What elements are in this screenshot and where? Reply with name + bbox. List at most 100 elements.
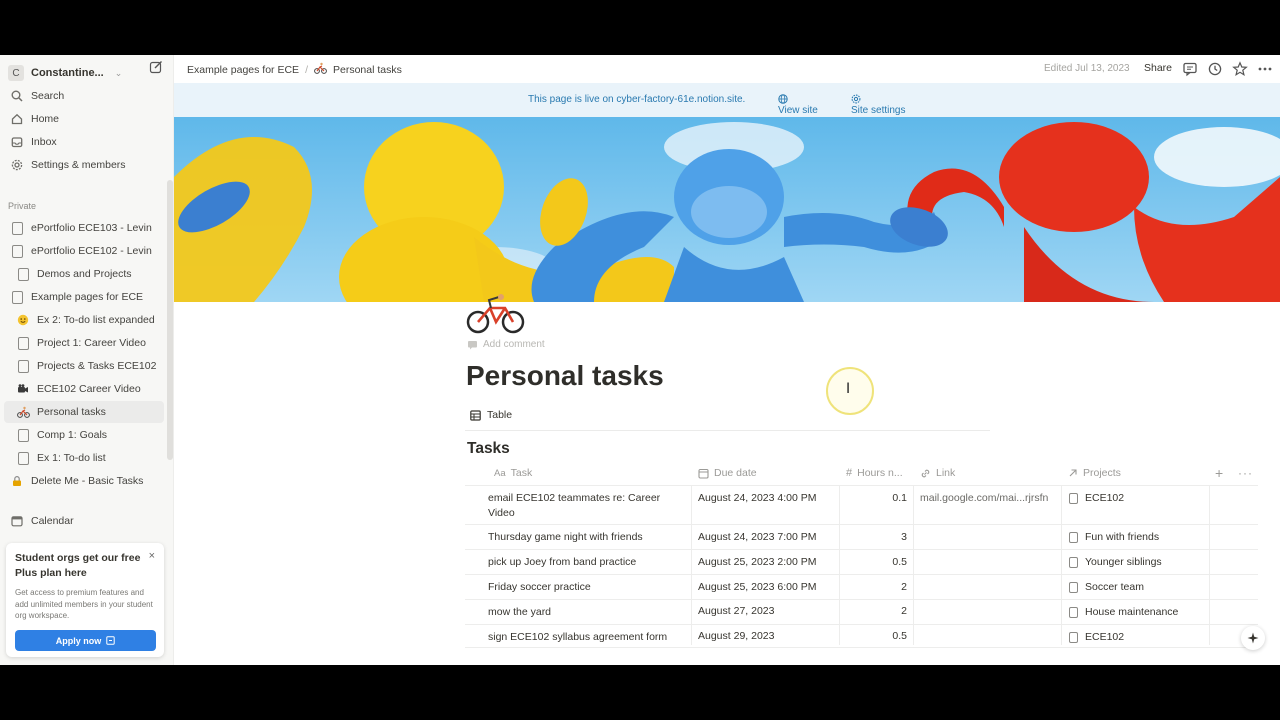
comment-icon[interactable] — [1182, 61, 1198, 77]
view-site-label: View site — [778, 105, 818, 116]
column-header-task[interactable]: Aa Task — [494, 461, 532, 485]
table-cell-hours[interactable]: 2 — [847, 581, 907, 593]
table-cell-project[interactable]: House maintenance — [1069, 606, 1178, 618]
promo-card: Student orgs get our free Plus plan here… — [6, 543, 164, 657]
sidebar-page-delete-me[interactable]: Delete Me - Basic Tasks — [4, 470, 164, 492]
sidebar-item-label: Comp 1: Goals — [37, 429, 108, 441]
column-header-due-date[interactable]: Due date — [698, 461, 757, 485]
header-divider — [465, 485, 1258, 486]
column-header-hours[interactable]: # Hours n... — [846, 461, 903, 485]
table-cell-due[interactable]: August 24, 2023 7:00 PM — [698, 531, 817, 543]
database-title[interactable]: Tasks — [467, 440, 510, 458]
star-icon[interactable] — [1232, 61, 1248, 77]
add-property-icon[interactable]: + — [1215, 461, 1223, 485]
sidebar-item-calendar[interactable]: Calendar — [4, 510, 164, 532]
row-divider — [465, 624, 1258, 625]
sidebar-page-eportfolio-ece102[interactable]: ePortfolio ECE102 - Levin — [4, 240, 164, 262]
table-cell-hours[interactable]: 0.5 — [847, 556, 907, 568]
tab-table-view[interactable]: Table — [470, 409, 512, 421]
row-divider — [465, 549, 1258, 550]
column-header-projects[interactable]: Projects — [1068, 461, 1121, 485]
ai-assistant-button[interactable] — [1241, 626, 1265, 650]
sidebar-page-career-video[interactable]: ECE102 Career Video — [4, 378, 164, 400]
text-property-icon: Aa — [494, 467, 506, 479]
link-icon — [921, 469, 930, 477]
table-cell-project[interactable]: Fun with friends — [1069, 531, 1159, 543]
sidebar-page-example-pages[interactable]: Example pages for ECE — [4, 286, 164, 308]
close-icon[interactable]: × — [149, 550, 155, 562]
page-icon — [16, 267, 30, 281]
table-cell-hours[interactable]: 0.5 — [847, 630, 907, 642]
sidebar: C Constantine... ⌄ Search Home Inbox Set… — [0, 55, 174, 665]
table-cell-task[interactable]: mow the yard — [488, 605, 678, 620]
more-options-icon[interactable]: ··· — [1238, 461, 1253, 485]
table-cell-task[interactable]: pick up Joey from band practice — [488, 555, 678, 570]
share-button[interactable]: Share — [1144, 62, 1172, 74]
sidebar-page-ex2-todo[interactable]: Ex 2: To-do list expanded — [4, 309, 164, 331]
letterbox-bottom — [0, 665, 1280, 720]
breadcrumb-current[interactable]: Personal tasks — [333, 64, 402, 76]
table-cell-project[interactable]: Soccer team — [1069, 581, 1144, 593]
project-label: ECE102 — [1085, 492, 1125, 504]
page-title[interactable]: Personal tasks — [466, 360, 664, 392]
sidebar-item-home[interactable]: Home — [4, 108, 164, 130]
project-label: Soccer team — [1085, 581, 1144, 593]
cover-image[interactable] — [174, 117, 1280, 302]
sidebar-scrollbar[interactable] — [167, 180, 173, 460]
table-cell-task[interactable]: Thursday game night with friends — [488, 530, 678, 545]
globe-icon — [778, 94, 788, 104]
table-cell-project[interactable]: Younger siblings — [1069, 556, 1162, 568]
column-label: Link — [936, 467, 956, 479]
table-cell-task[interactable]: sign ECE102 syllabus agreement form — [488, 630, 678, 645]
workspace-switcher[interactable]: C Constantine... ⌄ — [8, 60, 166, 86]
history-clock-icon[interactable] — [1207, 61, 1223, 77]
table-cell-task[interactable]: Friday soccer practice — [488, 580, 678, 595]
sidebar-page-project1[interactable]: Project 1: Career Video — [4, 332, 164, 354]
relation-arrow-icon — [1069, 469, 1077, 477]
page-icon — [1069, 631, 1078, 643]
table-cell-project[interactable]: ECE102 — [1069, 492, 1124, 504]
calendar-icon — [698, 468, 709, 479]
gear-icon — [851, 94, 861, 104]
table-cell-task[interactable]: email ECE102 teammates re: Career Video — [488, 491, 678, 521]
add-comment-button[interactable]: Add comment — [467, 339, 545, 350]
breadcrumb-separator: / — [305, 63, 308, 76]
new-page-icon[interactable] — [149, 60, 163, 74]
sidebar-page-ex1-todo[interactable]: Ex 1: To-do list — [4, 447, 164, 469]
column-header-link[interactable]: Link — [920, 461, 955, 485]
video-camera-icon — [16, 382, 30, 396]
project-label: Fun with friends — [1085, 531, 1160, 543]
sidebar-item-inbox[interactable]: Inbox — [4, 131, 164, 153]
table-cell-due[interactable]: August 29, 2023 — [698, 630, 774, 642]
sidebar-item-label: ePortfolio ECE103 - Levin — [31, 222, 152, 234]
more-options-icon[interactable] — [1257, 61, 1273, 77]
table-cell-hours[interactable]: 0.1 — [847, 492, 907, 504]
view-site-link[interactable]: View site — [778, 94, 818, 116]
sidebar-page-projects-tasks[interactable]: Projects & Tasks ECE102 — [4, 355, 164, 377]
table-cell-due[interactable]: August 27, 2023 — [698, 605, 774, 617]
table-cell-project[interactable]: ECE102 — [1069, 631, 1124, 643]
sidebar-page-eportfolio-ece103[interactable]: ePortfolio ECE103 - Levin — [4, 217, 164, 239]
page-bicycle-icon[interactable] — [465, 294, 527, 334]
sidebar-page-demos-projects[interactable]: Demos and Projects — [4, 263, 164, 285]
table-cell-link[interactable]: mail.google.com/mai...rjrsfn — [920, 492, 1048, 504]
page-icon — [10, 244, 24, 258]
breadcrumb-parent[interactable]: Example pages for ECE — [187, 64, 299, 76]
table-cell-due[interactable]: August 24, 2023 4:00 PM — [698, 492, 817, 504]
text-cursor-icon: I — [846, 381, 851, 397]
table-cell-hours[interactable]: 2 — [847, 605, 907, 617]
sidebar-item-search[interactable]: Search — [4, 85, 164, 107]
project-label: ECE102 — [1085, 631, 1125, 643]
sidebar-page-comp1-goals[interactable]: Comp 1: Goals — [4, 424, 164, 446]
table-cell-hours[interactable]: 3 — [847, 531, 907, 543]
sidebar-item-settings[interactable]: Settings & members — [4, 154, 164, 176]
section-label-private: Private — [8, 201, 37, 211]
column-label: Hours n... — [857, 467, 903, 479]
sidebar-page-personal-tasks[interactable]: Personal tasks — [4, 401, 164, 423]
site-settings-link[interactable]: Site settings — [851, 94, 905, 116]
page-icon — [16, 428, 30, 442]
table-cell-due[interactable]: August 25, 2023 6:00 PM — [698, 581, 817, 593]
table-cell-due[interactable]: August 25, 2023 2:00 PM — [698, 556, 817, 568]
published-banner: This page is live on cyber-factory-61e.n… — [174, 83, 1280, 117]
apply-now-button[interactable]: Apply now — [15, 630, 156, 651]
